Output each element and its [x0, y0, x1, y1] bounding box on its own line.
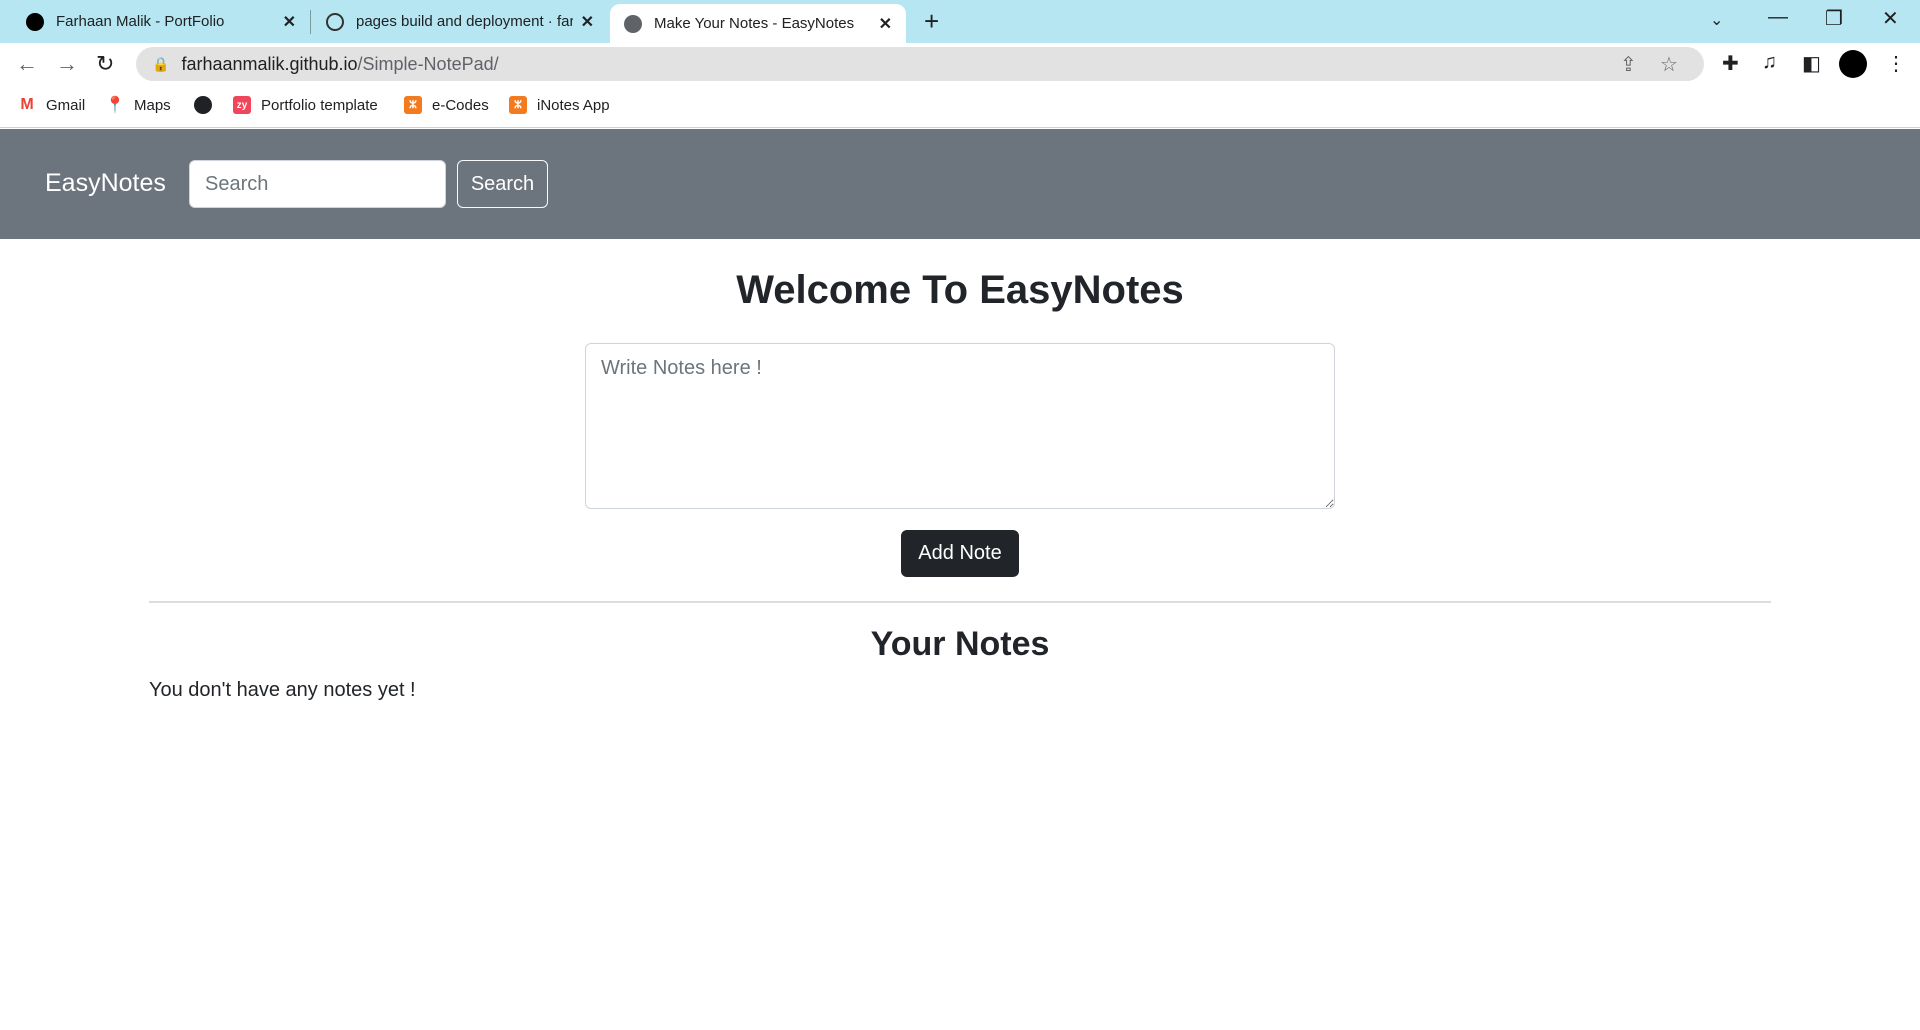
bookmark-inotes-app[interactable]: ⵣ iNotes App [509, 96, 610, 114]
avatar[interactable] [1839, 50, 1867, 78]
extensions-icon[interactable]: ✚ [1722, 51, 1739, 76]
star-icon[interactable]: ☆ [1660, 52, 1678, 77]
address-toolbar: ← → ↻ 🔒 farhaanmalik.github.io/Simple-No… [0, 43, 1920, 84]
tab-portfolio[interactable]: Farhaan Malik - PortFolio ✕ [12, 0, 310, 43]
bookmark-e-codes[interactable]: ⵣ e-Codes [404, 96, 489, 114]
brand[interactable]: EasyNotes [45, 169, 166, 198]
tab-bar: Farhaan Malik - PortFolio ✕ pages build … [0, 0, 1920, 43]
maps-icon: 📍 [105, 97, 125, 114]
new-tab-icon[interactable]: + [924, 6, 939, 37]
url-host: farhaanmalik.github.io [181, 53, 358, 74]
page-title: Welcome To EasyNotes [736, 268, 1184, 312]
zyro-icon: zy [233, 96, 251, 114]
add-note-button[interactable]: Add Note [901, 530, 1019, 577]
github-icon [326, 12, 344, 31]
reload-icon[interactable]: ↻ [96, 51, 114, 77]
restore-icon[interactable]: ❐ [1825, 6, 1843, 31]
xampp-icon: ⵣ [404, 96, 422, 114]
gmail-icon: M [20, 96, 34, 113]
close-icon[interactable]: ✕ [283, 12, 296, 32]
bookmark-portfolio-template[interactable]: zy Portfolio template [233, 96, 378, 114]
tab-title: pages build and deployment · farhaanmali… [356, 13, 573, 30]
close-icon[interactable]: ✕ [581, 12, 594, 32]
url-path: /Simple-NotePad/ [357, 53, 499, 74]
lock-icon: 🔒 [152, 55, 170, 72]
note-textarea[interactable] [585, 343, 1335, 509]
tab-title: Farhaan Malik - PortFolio [56, 13, 225, 30]
search-button[interactable]: Search [457, 160, 548, 208]
xampp-icon: ⵣ [509, 96, 527, 114]
navbar: EasyNotes Search [0, 129, 1920, 239]
share-icon[interactable]: ⇪ [1620, 52, 1637, 77]
back-icon[interactable]: ← [16, 51, 38, 77]
bookmarks-bar: M Gmail 📍 Maps zy Portfolio template ⵣ e-Cod… [0, 84, 1920, 128]
globe-icon [194, 96, 212, 114]
divider [149, 601, 1771, 603]
close-window-icon[interactable]: ✕ [1882, 6, 1899, 31]
bookmark-globe[interactable] [194, 96, 222, 114]
bookmark-label: iNotes App [537, 96, 610, 114]
globe-icon [624, 14, 642, 33]
bookmark-maps[interactable]: 📍 Maps [105, 96, 171, 115]
forward-icon[interactable]: → [56, 51, 78, 77]
side-panel-icon[interactable]: ◧ [1802, 51, 1821, 76]
media-icon[interactable]: ♫ [1762, 51, 1777, 74]
tab-search-chevron-icon[interactable]: ⌄ [1710, 10, 1723, 30]
bookmark-gmail[interactable]: M Gmail [18, 96, 85, 114]
search-input[interactable] [189, 160, 446, 208]
close-icon[interactable]: ✕ [879, 14, 892, 34]
bookmark-label: Maps [134, 96, 171, 114]
bookmark-label: Gmail [46, 96, 86, 114]
tab-title: Make Your Notes - EasyNotes [654, 15, 855, 32]
tab-github[interactable]: pages build and deployment · farhaanmali… [312, 0, 608, 43]
notes-title: Your Notes [870, 625, 1050, 663]
tab-divider [310, 10, 311, 34]
minimize-icon[interactable]: — [1768, 6, 1788, 29]
tab-easynotes[interactable]: Make Your Notes - EasyNotes ✕ [610, 4, 906, 43]
menu-icon[interactable]: ⋮ [1886, 51, 1906, 76]
pf-logo-icon [26, 12, 44, 31]
bookmark-label: Portfolio template [261, 96, 378, 114]
bookmark-label: e-Codes [432, 96, 489, 114]
empty-notes-message: You don't have any notes yet ! [149, 679, 416, 701]
address-bar[interactable]: 🔒 farhaanmalik.github.io/Simple-NotePad/… [136, 47, 1704, 81]
